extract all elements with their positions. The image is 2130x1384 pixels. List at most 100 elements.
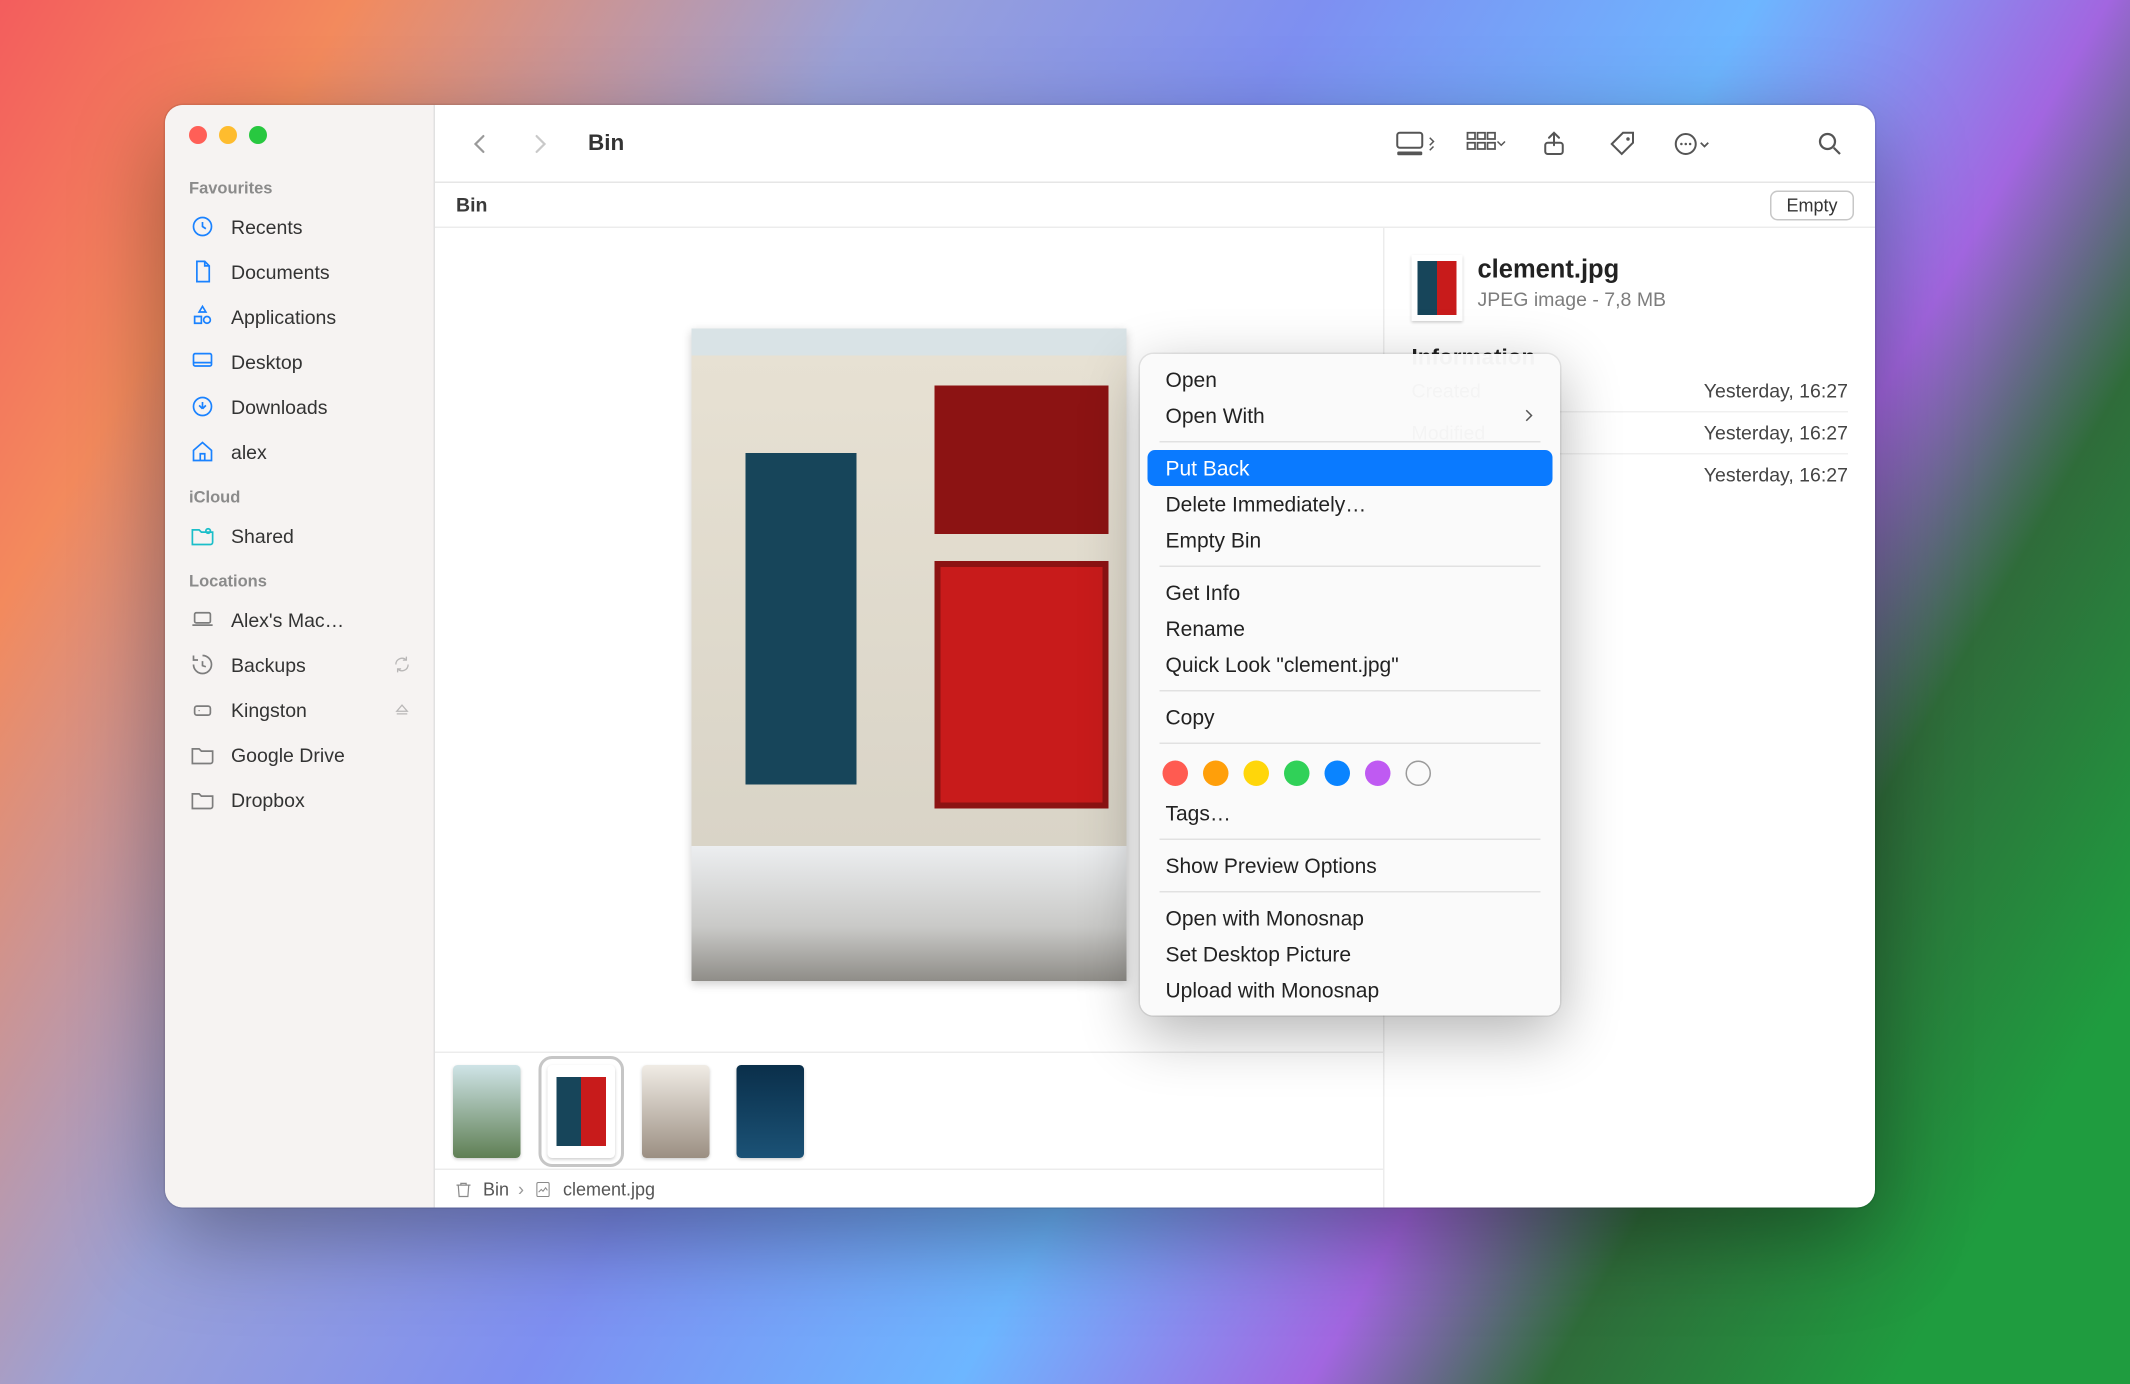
clock-icon bbox=[189, 213, 216, 240]
sidebar-item-label: alex bbox=[231, 440, 267, 463]
sidebar-item-documents[interactable]: Documents bbox=[165, 249, 434, 294]
ctx-show-preview-options[interactable]: Show Preview Options bbox=[1148, 848, 1553, 884]
info-subtitle: JPEG image - 7,8 MB bbox=[1478, 288, 1667, 311]
sidebar-item-label: Google Drive bbox=[231, 743, 345, 766]
separator bbox=[1160, 743, 1541, 745]
applications-icon bbox=[189, 303, 216, 330]
sidebar-item-kingston[interactable]: Kingston bbox=[165, 687, 434, 732]
sidebar-section-locations: Locations bbox=[165, 558, 434, 597]
share-button[interactable] bbox=[1533, 122, 1575, 164]
thumbnail[interactable] bbox=[453, 1064, 521, 1157]
ctx-set-desktop-picture[interactable]: Set Desktop Picture bbox=[1148, 936, 1553, 972]
sidebar-item-desktop[interactable]: Desktop bbox=[165, 339, 434, 384]
view-gallery-button[interactable] bbox=[1395, 122, 1437, 164]
zoom-icon[interactable] bbox=[249, 126, 267, 144]
folder-icon bbox=[189, 786, 216, 813]
ctx-get-info[interactable]: Get Info bbox=[1148, 575, 1553, 611]
sidebar-item-label: Applications bbox=[231, 305, 336, 328]
ctx-put-back[interactable]: Put Back bbox=[1148, 450, 1553, 486]
trash-icon bbox=[453, 1178, 474, 1199]
shared-folder-icon bbox=[189, 522, 216, 549]
sidebar-item-shared[interactable]: Shared bbox=[165, 513, 434, 558]
tag-blue[interactable] bbox=[1325, 761, 1351, 787]
filmstrip bbox=[435, 1052, 1383, 1169]
path-root[interactable]: Bin bbox=[483, 1178, 509, 1199]
ctx-quick-look[interactable]: Quick Look "clement.jpg" bbox=[1148, 647, 1553, 683]
home-icon bbox=[189, 438, 216, 465]
tag-none[interactable] bbox=[1406, 761, 1432, 787]
chevron-right-icon: › bbox=[518, 1178, 524, 1199]
info-value: Yesterday, 16:27 bbox=[1704, 464, 1848, 487]
tag-purple[interactable] bbox=[1365, 761, 1391, 787]
window-controls bbox=[165, 126, 434, 165]
toolbar: Bin bbox=[435, 105, 1875, 183]
ctx-open-with[interactable]: Open With bbox=[1148, 398, 1553, 434]
sidebar-item-applications[interactable]: Applications bbox=[165, 294, 434, 339]
separator bbox=[1160, 891, 1541, 893]
ctx-label: Open With bbox=[1166, 404, 1265, 428]
sidebar-section-icloud: iCloud bbox=[165, 474, 434, 513]
sidebar-item-label: Dropbox bbox=[231, 788, 305, 811]
info-value: Yesterday, 16:27 bbox=[1704, 380, 1848, 403]
ctx-empty-bin[interactable]: Empty Bin bbox=[1148, 522, 1553, 558]
location-bar: Bin Empty bbox=[435, 183, 1875, 228]
separator bbox=[1160, 566, 1541, 568]
tag-red[interactable] bbox=[1163, 761, 1189, 787]
info-thumbnail bbox=[1412, 255, 1463, 321]
external-disk-icon bbox=[189, 696, 216, 723]
sidebar-item-google-drive[interactable]: Google Drive bbox=[165, 732, 434, 777]
location-label: Bin bbox=[456, 194, 487, 217]
sidebar-item-backups[interactable]: Backups bbox=[165, 642, 434, 687]
time-machine-icon bbox=[189, 651, 216, 678]
window-title: Bin bbox=[588, 131, 624, 157]
group-button[interactable] bbox=[1464, 122, 1506, 164]
tag-orange[interactable] bbox=[1203, 761, 1229, 787]
sidebar-item-label: Backups bbox=[231, 653, 306, 676]
path-bar: Bin › clement.jpg bbox=[435, 1169, 1383, 1208]
close-icon[interactable] bbox=[189, 126, 207, 144]
tag-yellow[interactable] bbox=[1244, 761, 1270, 787]
desktop-icon bbox=[189, 348, 216, 375]
back-button[interactable] bbox=[459, 122, 501, 164]
thumbnail-selected[interactable] bbox=[548, 1064, 616, 1157]
context-menu: Open Open With Put Back Delete Immediate… bbox=[1140, 354, 1560, 1016]
sidebar-item-label: Desktop bbox=[231, 350, 303, 373]
preview-image[interactable] bbox=[692, 329, 1127, 982]
ctx-copy[interactable]: Copy bbox=[1148, 699, 1553, 735]
info-filename: clement.jpg bbox=[1478, 255, 1667, 285]
sidebar: Favourites Recents Documents Application… bbox=[165, 105, 435, 1208]
separator bbox=[1160, 441, 1541, 443]
sidebar-item-label: Shared bbox=[231, 524, 294, 547]
ctx-tag-colors bbox=[1148, 752, 1553, 796]
eject-icon[interactable] bbox=[392, 699, 413, 720]
forward-button[interactable] bbox=[519, 122, 561, 164]
ctx-open-with-monosnap[interactable]: Open with Monosnap bbox=[1148, 900, 1553, 936]
info-value: Yesterday, 16:27 bbox=[1704, 422, 1848, 445]
info-header: clement.jpg JPEG image - 7,8 MB bbox=[1412, 255, 1849, 321]
empty-bin-button[interactable]: Empty bbox=[1770, 190, 1854, 220]
actions-button[interactable] bbox=[1671, 122, 1713, 164]
tags-button[interactable] bbox=[1602, 122, 1644, 164]
sidebar-section-favourites: Favourites bbox=[165, 165, 434, 204]
separator bbox=[1160, 690, 1541, 692]
ctx-tags[interactable]: Tags… bbox=[1148, 795, 1553, 831]
thumbnail[interactable] bbox=[737, 1064, 805, 1157]
sidebar-item-label: Recents bbox=[231, 215, 303, 238]
ctx-delete-immediately[interactable]: Delete Immediately… bbox=[1148, 486, 1553, 522]
thumbnail[interactable] bbox=[642, 1064, 710, 1157]
minimize-icon[interactable] bbox=[219, 126, 237, 144]
ctx-rename[interactable]: Rename bbox=[1148, 611, 1553, 647]
sidebar-item-dropbox[interactable]: Dropbox bbox=[165, 777, 434, 822]
ctx-open[interactable]: Open bbox=[1148, 362, 1553, 398]
sidebar-item-home[interactable]: alex bbox=[165, 429, 434, 474]
tag-green[interactable] bbox=[1284, 761, 1310, 787]
sidebar-item-recents[interactable]: Recents bbox=[165, 204, 434, 249]
image-file-icon bbox=[533, 1178, 554, 1199]
search-button[interactable] bbox=[1809, 122, 1851, 164]
sidebar-item-downloads[interactable]: Downloads bbox=[165, 384, 434, 429]
sidebar-item-label: Documents bbox=[231, 260, 330, 283]
sidebar-item-this-mac[interactable]: Alex's Mac… bbox=[165, 597, 434, 642]
laptop-icon bbox=[189, 606, 216, 633]
path-file[interactable]: clement.jpg bbox=[563, 1178, 655, 1199]
ctx-upload-with-monosnap[interactable]: Upload with Monosnap bbox=[1148, 972, 1553, 1008]
